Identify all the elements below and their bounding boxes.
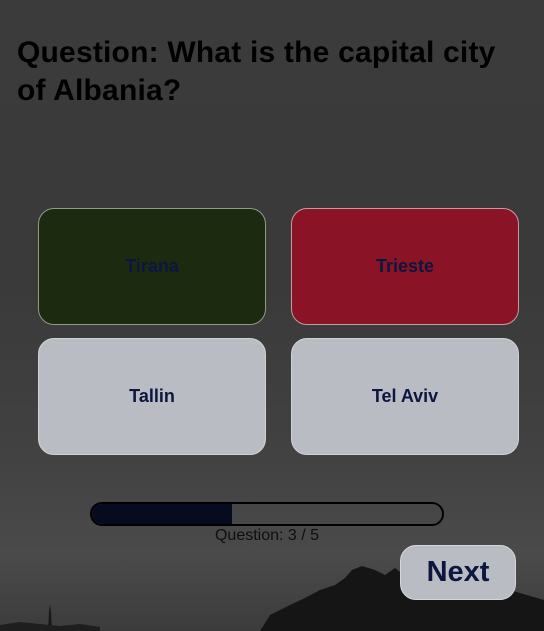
answer-option-trieste[interactable]: Trieste: [291, 208, 519, 325]
next-button-label: Next: [426, 556, 490, 588]
progress-bar-fill: [92, 504, 232, 524]
answer-label: Tallin: [129, 386, 175, 406]
progress-bar: [90, 502, 444, 526]
answer-label: Tirana: [125, 256, 179, 276]
answer-label: Trieste: [375, 256, 435, 276]
answer-option-tallin[interactable]: Tallin: [38, 338, 266, 455]
progress-label: Question: 3 / 5: [214, 527, 320, 544]
question-text: Question: What is the capital city of Al…: [17, 36, 496, 107]
next-button[interactable]: Next: [400, 545, 516, 600]
answer-label: Tel Aviv: [371, 386, 439, 406]
answer-option-tirana[interactable]: Tirana: [38, 208, 266, 325]
answer-option-tel-aviv[interactable]: Tel Aviv: [291, 338, 519, 455]
